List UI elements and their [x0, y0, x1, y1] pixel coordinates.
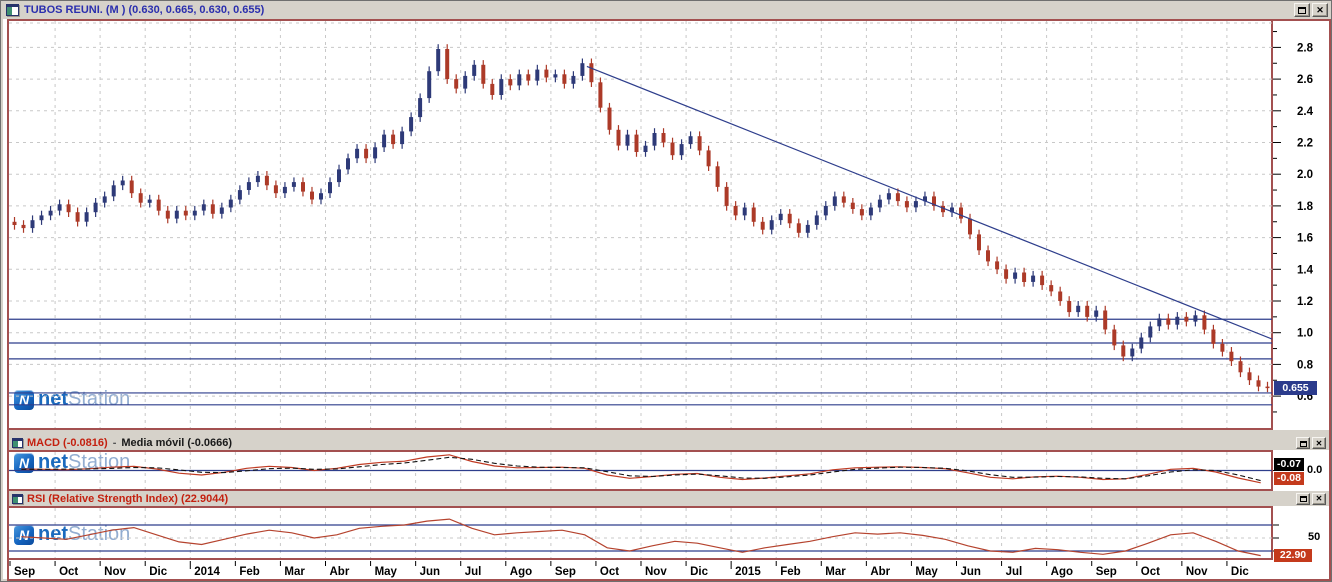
- watermark-net: net: [38, 388, 68, 411]
- svg-text:2.8: 2.8: [1297, 42, 1314, 54]
- time-axis: [9, 561, 1329, 579]
- watermark-station: Station: [68, 451, 130, 474]
- rsi-value-tag: 22.90: [1274, 549, 1312, 562]
- svg-text:1.8: 1.8: [1297, 201, 1314, 213]
- svg-text:2.4: 2.4: [1297, 106, 1314, 118]
- netstation-logo-icon: N: [14, 453, 34, 473]
- macd-zero-label: 0.0: [1307, 464, 1322, 476]
- watermark-net: net: [38, 451, 68, 474]
- rsi-mid-label: 50: [1308, 531, 1320, 543]
- chart-icon: [12, 494, 23, 504]
- svg-text:0.8: 0.8: [1297, 359, 1314, 371]
- macd-titlebar: MACD (-0.0816) - Media móvil (-0.0666) ✕: [9, 436, 1329, 450]
- macd-value-tag: -0.08: [1274, 472, 1304, 485]
- svg-text:2.6: 2.6: [1297, 74, 1313, 86]
- svg-text:1.0: 1.0: [1297, 328, 1313, 340]
- netstation-logo-icon: N: [14, 525, 34, 545]
- svg-text:1.6: 1.6: [1297, 233, 1313, 245]
- macd-label: MACD (-0.0816): [27, 437, 108, 449]
- chart-window: TUBOS REUNI. (M ) (0.630, 0.665, 0.630, …: [0, 0, 1332, 582]
- watermark-station: Station: [68, 388, 130, 411]
- chart-icon: [6, 4, 19, 16]
- rsi-titlebar: RSI (Relative Strength Index) (22.9044) …: [9, 491, 1329, 506]
- netstation-watermark: N netStation: [14, 451, 130, 474]
- window-bottom-edge: [7, 579, 1331, 581]
- watermark-net: net: [38, 523, 68, 546]
- close-button[interactable]: ✕: [1312, 3, 1328, 17]
- maximize-button[interactable]: [1296, 437, 1310, 449]
- macd-ma-label: Media móvil (-0.0666): [121, 437, 232, 449]
- last-price-tag: 0.655: [1274, 381, 1317, 395]
- svg-text:1.2: 1.2: [1297, 296, 1313, 308]
- watermark-station: Station: [68, 523, 130, 546]
- svg-text:2.0: 2.0: [1297, 169, 1313, 181]
- maximize-icon: [1298, 7, 1306, 14]
- window-title: TUBOS REUNI. (M ) (0.630, 0.665, 0.630, …: [24, 4, 264, 16]
- chart-icon: [12, 438, 23, 448]
- close-button[interactable]: ✕: [1312, 493, 1326, 505]
- maximize-icon: [1300, 441, 1307, 447]
- main-titlebar: TUBOS REUNI. (M ) (0.630, 0.665, 0.630, …: [1, 1, 1331, 19]
- price-chart[interactable]: [7, 19, 1273, 430]
- macd-chart[interactable]: [7, 450, 1273, 491]
- maximize-icon: [1300, 496, 1307, 502]
- netstation-logo-icon: N: [14, 390, 34, 410]
- close-button[interactable]: ✕: [1312, 437, 1326, 449]
- window-right-edge: [1329, 19, 1331, 581]
- axis-top-edge: [1271, 19, 1331, 21]
- macd-separator: -: [113, 437, 117, 449]
- netstation-watermark: N netStation: [14, 388, 130, 411]
- maximize-button[interactable]: [1296, 493, 1310, 505]
- maximize-button[interactable]: [1294, 3, 1310, 17]
- macd-signal-tag: -0.07: [1274, 458, 1304, 471]
- rsi-label: RSI (Relative Strength Index) (22.9044): [27, 493, 228, 505]
- svg-text:1.4: 1.4: [1297, 264, 1314, 276]
- rsi-chart[interactable]: [7, 506, 1273, 560]
- svg-text:2.2: 2.2: [1297, 138, 1313, 150]
- netstation-watermark: N netStation: [14, 523, 130, 546]
